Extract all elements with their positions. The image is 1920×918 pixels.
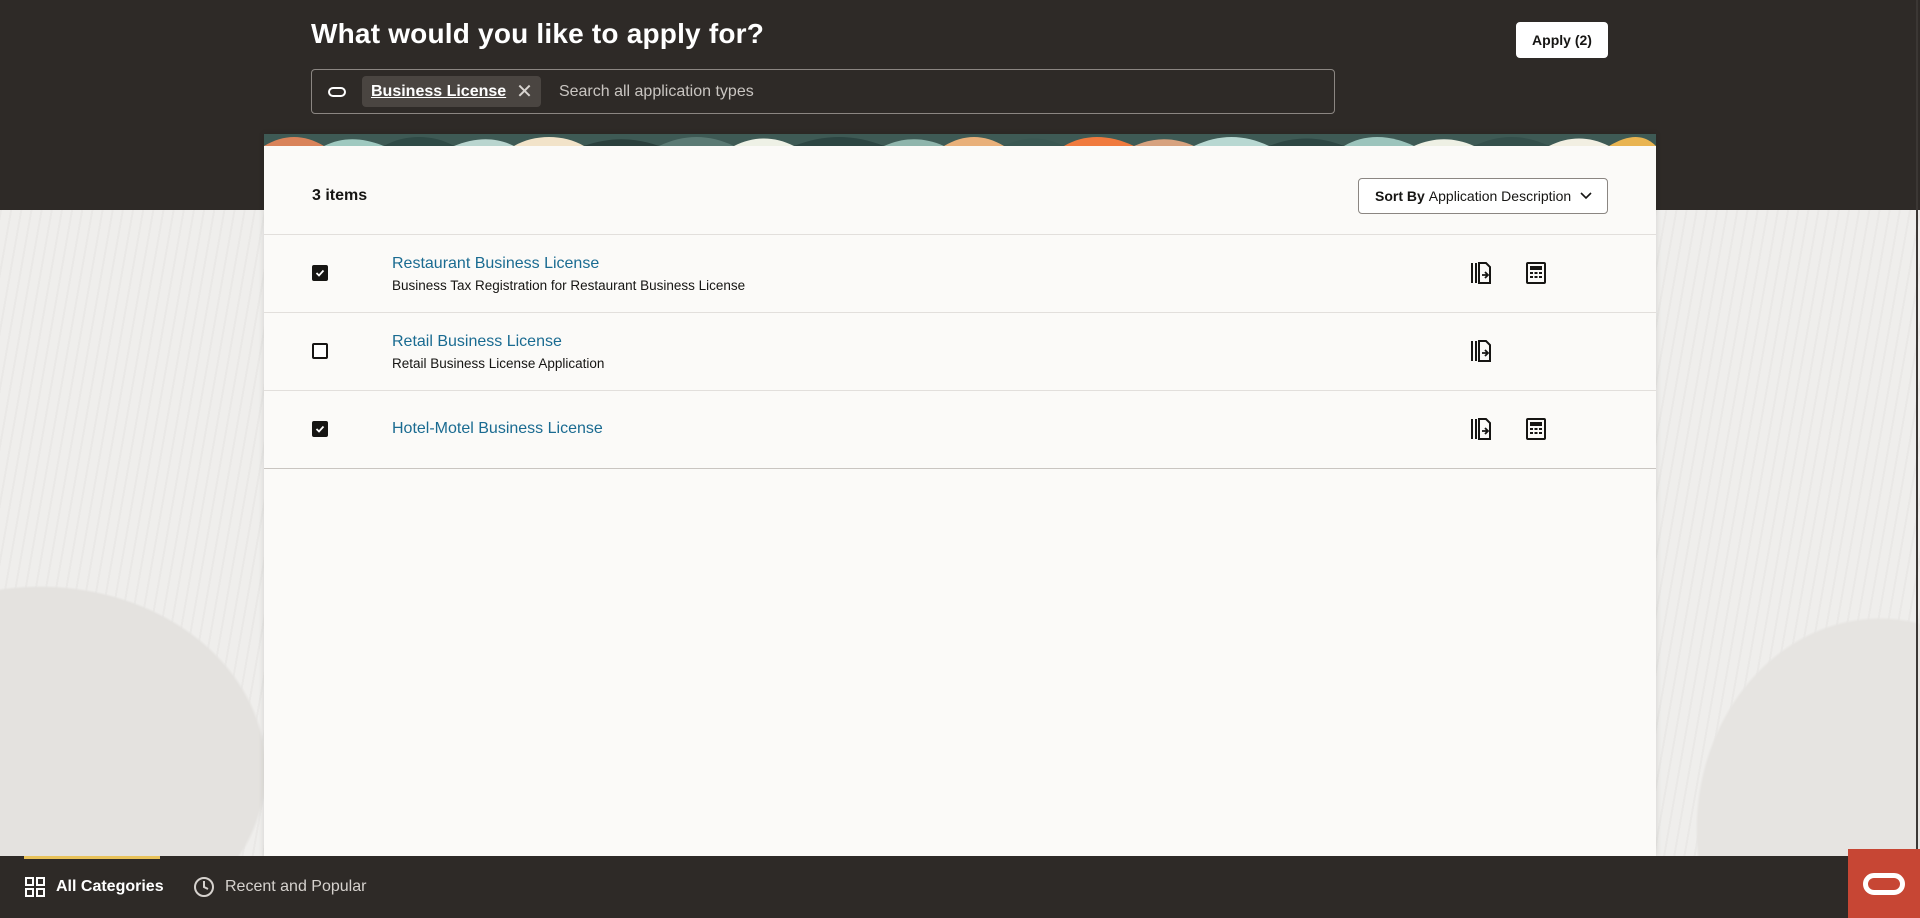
item-title-link[interactable]: Restaurant Business License — [392, 255, 599, 273]
oracle-logo-button[interactable] — [1848, 849, 1920, 918]
results-toolbar: 3 items Sort By Application Description — [264, 146, 1656, 235]
item-title-link[interactable]: Hotel-Motel Business License — [392, 420, 603, 438]
page-title: What would you like to apply for? — [311, 18, 765, 49]
scrollbar-edge — [1916, 0, 1918, 918]
list-item: Retail Business License Retail Business … — [264, 313, 1656, 391]
tab-all-categories[interactable]: All Categories — [24, 856, 164, 918]
sort-dropdown[interactable]: Sort By Application Description — [1358, 178, 1608, 214]
list-item: Hotel-Motel Business License — [264, 391, 1656, 469]
results-panel: 3 items Sort By Application Description … — [264, 134, 1656, 856]
fee-calculator-icon[interactable] — [1524, 417, 1548, 441]
search-pill-icon — [328, 86, 346, 97]
items-count: 3 items — [312, 187, 368, 204]
clock-icon — [194, 877, 214, 897]
filter-chip-label: Business License — [371, 82, 507, 100]
apply-form-icon[interactable] — [1469, 261, 1493, 285]
tab-label: All Categories — [56, 878, 164, 895]
apply-form-icon[interactable] — [1469, 417, 1493, 441]
search-bar[interactable]: Business License ✕ — [311, 69, 1335, 114]
apply-form-icon[interactable] — [1469, 339, 1493, 363]
tab-recent-and-popular[interactable]: Recent and Popular — [193, 856, 366, 918]
row-checkbox[interactable] — [312, 343, 328, 359]
row-checkbox[interactable] — [312, 421, 328, 437]
checkmark-icon — [315, 269, 325, 277]
oracle-logo-icon — [1863, 872, 1905, 895]
tab-label: Recent and Popular — [225, 878, 367, 895]
sort-selected-value: Application Description — [1428, 188, 1572, 204]
item-description: Retail Business License Application — [392, 356, 605, 371]
sort-prefix: Sort By — [1375, 188, 1425, 204]
item-description: Business Tax Registration for Restaurant… — [392, 278, 746, 293]
chevron-down-icon — [1580, 192, 1592, 200]
fee-calculator-icon[interactable] — [1524, 261, 1548, 285]
filter-chip[interactable]: Business License ✕ — [362, 76, 541, 107]
list-item: Restaurant Business License Business Tax… — [264, 235, 1656, 313]
close-icon[interactable]: ✕ — [516, 82, 533, 102]
checkmark-icon — [315, 425, 325, 433]
apply-button[interactable]: Apply (2) — [1516, 22, 1608, 58]
grid-icon — [25, 877, 45, 897]
item-title-link[interactable]: Retail Business License — [392, 333, 562, 351]
row-checkbox[interactable] — [312, 265, 328, 281]
decorative-banner — [264, 134, 1656, 146]
search-input[interactable] — [556, 75, 1334, 108]
bottom-navigation: All Categories Recent and Popular — [0, 856, 1920, 918]
